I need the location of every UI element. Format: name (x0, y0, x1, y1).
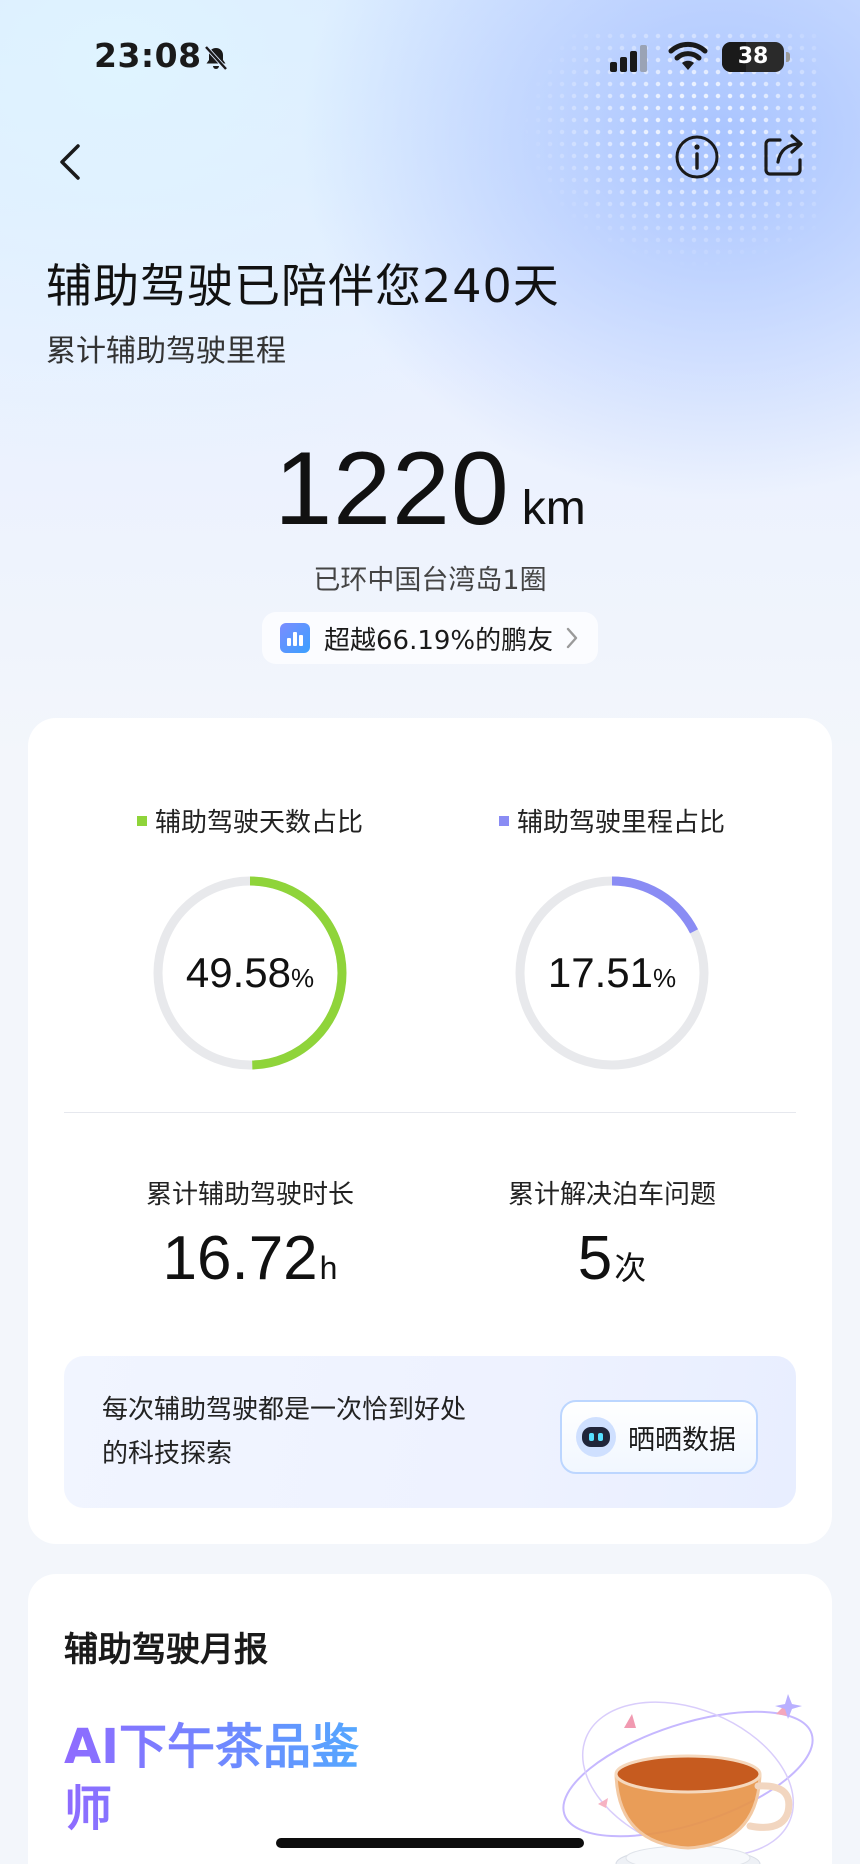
status-time: 23:08 (94, 36, 202, 75)
monthly-report-card[interactable]: 辅助驾驶月报 AI下午茶品鉴师 (28, 1574, 832, 1864)
driving-duration-stat: 累计辅助驾驶时长 16.72h (90, 1174, 410, 1294)
share-data-label: 晒晒数据 (628, 1424, 736, 1456)
mileage-legend-marker (498, 815, 509, 826)
share-button[interactable] (758, 130, 810, 182)
mileage-unit: km (521, 482, 586, 535)
mileage-ratio-title: 辅助驾驶里程占比 (462, 802, 762, 839)
days-ratio-block: 辅助驾驶天数占比 49.58% (100, 802, 400, 1073)
mileage-subtitle: 累计辅助驾驶里程 (46, 334, 286, 369)
stats-card: 辅助驾驶天数占比 49.58% 辅助驾驶里程占比 17.51% 累计辅助驾驶时长… (28, 718, 832, 1544)
monthly-report-title: 辅助驾驶月报 (64, 1630, 268, 1670)
wifi-icon (668, 41, 708, 70)
ranking-pill[interactable]: 超越66.19%的鹏友 (262, 612, 598, 664)
companion-days-headline: 辅助驾驶已陪伴您240天 (46, 259, 560, 313)
ranking-text: 超越66.19%的鹏友 (324, 625, 554, 656)
parking-solved-value: 5次 (577, 1224, 647, 1293)
status-bar: 23:08 38 (0, 0, 860, 120)
battery-percentage: 38 (737, 44, 769, 69)
cellular-signal-icon (610, 45, 647, 72)
back-button[interactable] (48, 136, 96, 188)
battery-indicator: 38 (722, 42, 784, 72)
home-indicator (276, 1838, 584, 1848)
info-button[interactable] (672, 132, 722, 182)
mileage-ratio-label: 辅助驾驶里程占比 (516, 808, 725, 838)
battery-tip (786, 52, 790, 62)
bar-chart-icon (280, 623, 310, 653)
mileage-ratio-block: 辅助驾驶里程占比 17.51% (462, 802, 762, 1073)
days-legend-marker (136, 815, 147, 826)
share-message: 每次辅助驾驶都是一次恰到好处的科技探索 (102, 1395, 467, 1469)
chevron-right-icon (566, 627, 578, 649)
monthly-award-title: AI下午茶品鉴师 (64, 1716, 404, 1840)
mileage-ratio-value: 17.51% (547, 949, 677, 996)
mute-bell-icon (204, 45, 228, 71)
parking-solved-label: 累计解决泊车问题 (507, 1180, 716, 1210)
days-ratio-ring: 49.58% (150, 873, 350, 1073)
teacup-illustration (562, 1694, 814, 1864)
driving-duration-value: 16.72h (162, 1224, 338, 1293)
days-ratio-title: 辅助驾驶天数占比 (100, 802, 400, 839)
divider (64, 1112, 796, 1113)
driving-duration-label: 累计辅助驾驶时长 (145, 1180, 354, 1210)
days-ratio-label: 辅助驾驶天数占比 (154, 808, 363, 838)
total-mileage: 1220 km (0, 430, 860, 549)
days-ratio-value: 49.58% (185, 949, 315, 996)
robot-avatar-icon (576, 1417, 616, 1457)
parking-solved-stat: 累计解决泊车问题 5次 (452, 1174, 772, 1294)
share-data-button[interactable]: 晒晒数据 (560, 1400, 758, 1474)
share-strip: 每次辅助驾驶都是一次恰到好处的科技探索 晒晒数据 (64, 1356, 796, 1508)
mileage-ratio-ring: 17.51% (512, 873, 712, 1073)
island-loop-text: 已环中国台湾岛1圈 (313, 565, 547, 596)
mileage-value: 1220 (274, 431, 510, 547)
